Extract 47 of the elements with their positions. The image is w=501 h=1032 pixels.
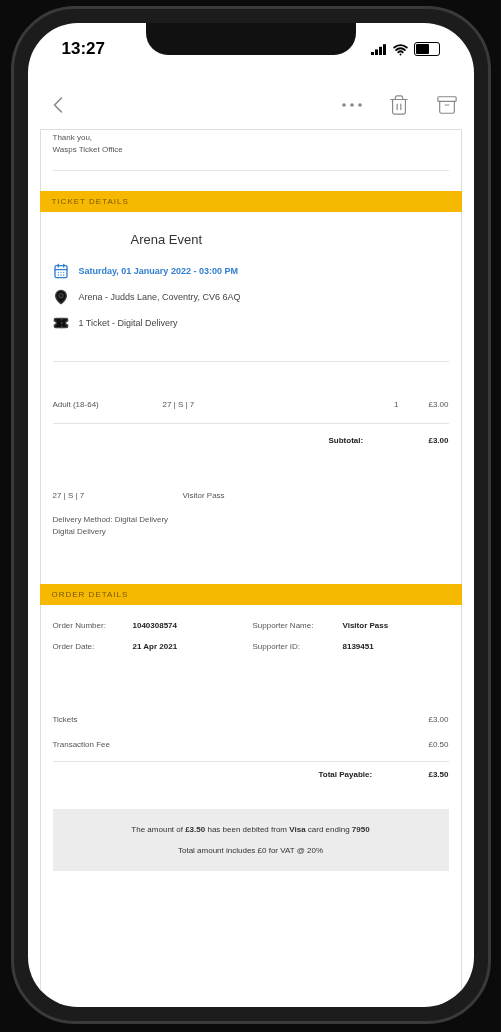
calendar-icon <box>52 263 69 279</box>
intro-text: Wasps Ticket Office <box>52 144 124 156</box>
holder-text: Visitor Pass <box>182 491 226 500</box>
more-icon <box>341 103 362 107</box>
total-value: £3.50 <box>428 770 449 779</box>
subtotal-label: Subtotal: <box>328 436 365 445</box>
line-label: Transaction Fee <box>52 740 111 749</box>
event-info: Saturday, 01 January 2022 - 03:00 PM <box>78 266 238 276</box>
map-pin-icon <box>52 289 69 305</box>
field-value: Visitor Pass <box>342 621 390 630</box>
trash-icon <box>387 94 410 116</box>
subtotal-value: £3.00 <box>428 436 449 445</box>
delivery-text: Digital Delivery <box>52 526 107 538</box>
wifi-icon <box>392 41 408 57</box>
table-cell-text: Adult (18-64) <box>52 400 100 409</box>
more-button[interactable] <box>341 103 362 107</box>
archive-button[interactable] <box>435 94 458 116</box>
field-value: 21 Apr 2021 <box>132 642 179 651</box>
intro-text: Thank you, <box>52 132 94 144</box>
table-cell-text: 1 <box>393 400 399 409</box>
event-title: Arena Event <box>129 231 204 249</box>
field-label: Supporter ID: <box>252 642 302 651</box>
field-value: 1040308574 <box>132 621 178 630</box>
event-info: 1 Ticket - Digital Delivery <box>78 318 178 328</box>
field-label: Order Date: <box>52 642 96 651</box>
total-label: Total Payable: <box>318 770 374 779</box>
event-info: Arena - Judds Lane, Coventry, CV6 6AQ <box>78 292 241 302</box>
signal-icon <box>370 43 387 55</box>
section-heading: ORDER DETAILS <box>39 584 462 605</box>
table-cell-text: £3.00 <box>427 400 449 409</box>
table-cell-text: 27 | S | 7 <box>162 400 196 409</box>
line-label: Tickets <box>52 715 79 724</box>
ticket-icon <box>52 315 69 331</box>
seat-text: 27 | S | 7 <box>52 491 86 500</box>
battery-icon <box>413 42 440 56</box>
line-value: £0.50 <box>427 740 449 749</box>
field-label: Supporter Name: <box>252 621 315 630</box>
field-label: Order Number: <box>52 621 107 630</box>
delivery-text: Delivery Method: Digital Delivery <box>52 514 170 526</box>
delete-button[interactable] <box>387 94 410 116</box>
note-text: Total amount includes £0 for VAT @ 20% <box>177 846 324 855</box>
field-value: 8139451 <box>342 642 375 651</box>
section-heading: TICKET DETAILS <box>39 191 462 212</box>
line-value: £3.00 <box>427 715 449 724</box>
note-text: The amount of £3.50 has been debited from Visa card ending 7950 <box>131 825 370 834</box>
status-time: 13:27 <box>61 39 105 59</box>
archive-icon <box>435 94 458 116</box>
